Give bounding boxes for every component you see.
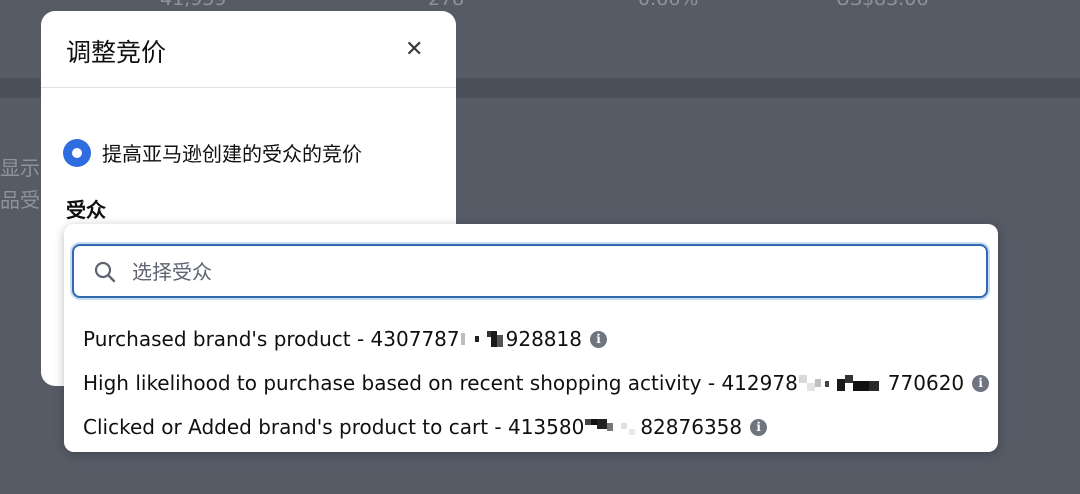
redacted-id-mask — [585, 419, 636, 435]
bg-stat-ctr: 0.66% — [638, 0, 698, 10]
increase-bid-option[interactable]: 提高亚马逊创建的受众的竞价 — [63, 138, 362, 167]
modal-divider — [41, 87, 456, 88]
bg-stat-impressions: 41,939 — [160, 0, 226, 10]
radio-selected-icon[interactable] — [63, 138, 91, 167]
audience-options-list: Purchased brand's product - 4307787 9288… — [83, 317, 990, 449]
bg-stat-clicks: 278 — [428, 0, 464, 10]
search-icon — [94, 261, 116, 283]
close-icon[interactable]: ✕ — [405, 37, 423, 62]
radio-label: 提高亚马逊创建的受众的竞价 — [102, 142, 362, 166]
bg-text-line1: 显示 — [0, 156, 40, 180]
option-text: Purchased brand's product - 4307787 — [83, 327, 460, 351]
info-icon[interactable]: i — [972, 374, 990, 392]
redacted-id-mask — [798, 375, 879, 391]
option-text-suffix: 928818 — [505, 327, 582, 351]
audience-search-box[interactable] — [72, 244, 988, 298]
info-icon[interactable]: i — [589, 330, 607, 348]
audience-label: 受众 — [66, 198, 106, 222]
option-text: High likelihood to purchase based on rec… — [83, 371, 798, 395]
audience-option[interactable]: Purchased brand's product - 4307787 9288… — [83, 317, 989, 361]
audience-option[interactable]: Clicked or Added brand's product to cart… — [83, 405, 989, 449]
audience-search-input[interactable] — [130, 255, 974, 289]
option-text-suffix: 82876358 — [640, 415, 743, 439]
modal-title: 调整竞价 — [66, 38, 167, 67]
option-text-suffix: 770620 — [887, 371, 965, 395]
option-text: Clicked or Added brand's product to cart… — [83, 415, 585, 439]
info-icon[interactable]: i — [750, 418, 768, 436]
audience-option[interactable]: High likelihood to purchase based on rec… — [83, 361, 990, 405]
audience-dropdown: Purchased brand's product - 4307787 9288… — [64, 224, 998, 452]
bg-stat-spend: US$83.06 — [836, 0, 928, 10]
bg-text-line2: 品受 — [0, 188, 40, 212]
redacted-id-mask — [460, 331, 503, 347]
